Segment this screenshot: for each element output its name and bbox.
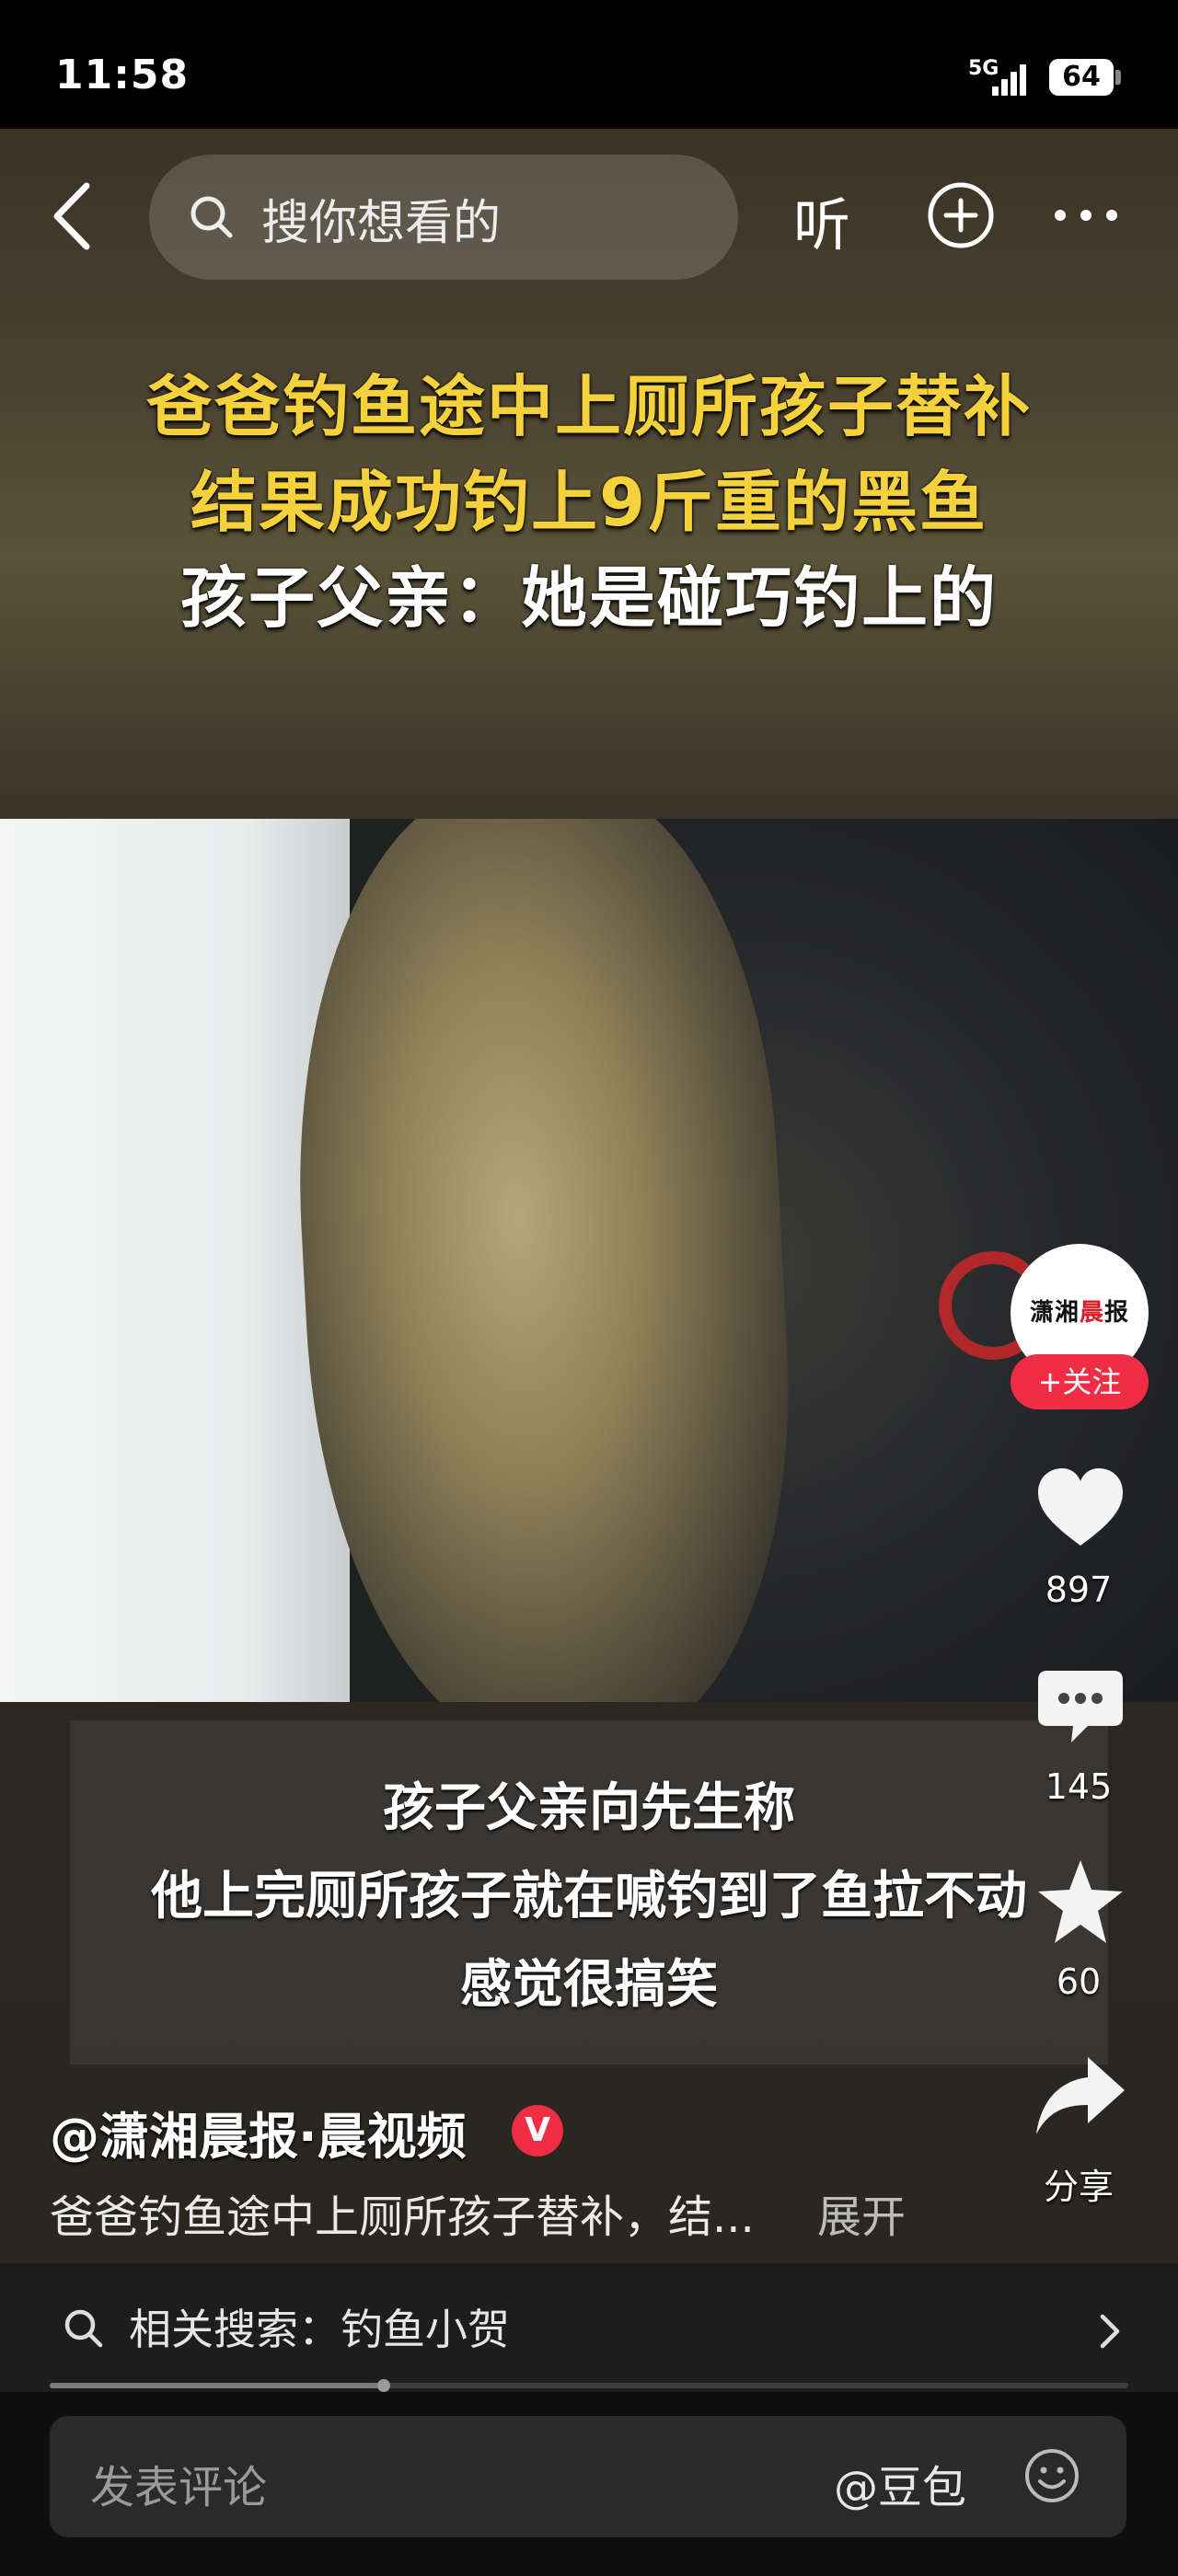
video-title-line: 爸爸钓鱼途中上厕所孩子替补 bbox=[145, 368, 1032, 445]
battery-level: 64 bbox=[1062, 61, 1101, 93]
share-label[interactable]: 分享 bbox=[1023, 2158, 1134, 2209]
video-subtitle-line: 孩子父亲向先生称 bbox=[383, 1778, 795, 1838]
video-subtitle-line: 感觉很搞笑 bbox=[460, 1955, 718, 2015]
follow-button[interactable]: +关注 bbox=[1011, 1354, 1149, 1409]
status-bar: 11:58 5G 64 bbox=[0, 0, 1178, 129]
mention-button[interactable]: @豆包 bbox=[834, 2451, 966, 2515]
comment-placeholder: 发表评论 bbox=[90, 2462, 268, 2513]
plus-circle-icon bbox=[928, 182, 994, 248]
like-count: 897 bbox=[1045, 1570, 1113, 1610]
video-player[interactable]: 爸爸钓鱼途中上厕所孩子替补 结果成功钓上9斤重的黑鱼 孩子父亲：她是碰巧钓上的 … bbox=[0, 129, 1178, 2263]
video-progress-bar[interactable] bbox=[50, 2379, 1128, 2392]
avatar-logo-text: 潇湘晨报 bbox=[1011, 1294, 1149, 1328]
frame-background bbox=[0, 819, 350, 1702]
video-title-line: 孩子父亲：她是碰巧钓上的 bbox=[179, 559, 998, 637]
search-input[interactable]: 搜你想看的 bbox=[149, 155, 738, 280]
search-placeholder: 搜你想看的 bbox=[261, 196, 502, 251]
add-button[interactable] bbox=[926, 180, 996, 250]
progress-handle[interactable] bbox=[377, 2379, 390, 2392]
author-name[interactable]: @潇湘晨报·晨视频 bbox=[50, 2096, 467, 2168]
fish-image bbox=[278, 819, 808, 1702]
expand-link[interactable]: 展开 bbox=[817, 2180, 906, 2245]
more-dots-icon bbox=[1055, 210, 1117, 221]
video-title-overlay: 爸爸钓鱼途中上厕所孩子替补 结果成功钓上9斤重的黑鱼 孩子父亲：她是碰巧钓上的 bbox=[0, 359, 1178, 646]
more-button[interactable] bbox=[1049, 197, 1123, 234]
video-subtitle-overlay: 孩子父亲向先生称 他上完厕所孩子就在喊钓到了鱼拉不动 感觉很搞笑 bbox=[70, 1720, 1108, 2064]
battery-tip bbox=[1115, 70, 1121, 85]
verified-badge-icon: V bbox=[512, 2105, 563, 2156]
like-heart-icon[interactable] bbox=[1034, 1465, 1126, 1549]
comment-bar: 发表评论 @豆包 bbox=[0, 2392, 1178, 2576]
battery-icon: 64 bbox=[1049, 59, 1114, 96]
avatar-logo-part: 潇湘 bbox=[1029, 1299, 1080, 1327]
favorite-star-icon[interactable] bbox=[1033, 1857, 1128, 1949]
search-icon bbox=[191, 196, 233, 238]
comment-input[interactable]: 发表评论 @豆包 bbox=[50, 2416, 1126, 2537]
chevron-right-icon bbox=[1100, 2314, 1120, 2349]
listen-button[interactable]: 听 bbox=[793, 178, 850, 261]
avatar-logo-part: 晨 bbox=[1079, 1299, 1104, 1327]
share-arrow-icon[interactable] bbox=[1033, 2053, 1128, 2138]
favorite-count: 60 bbox=[1056, 1961, 1102, 2002]
related-search-bar[interactable]: 相关搜索：钓鱼小贺 bbox=[0, 2263, 1178, 2392]
chevron-left-icon bbox=[53, 182, 90, 250]
video-title-line: 结果成功钓上9斤重的黑鱼 bbox=[190, 464, 988, 541]
search-icon bbox=[64, 2309, 103, 2348]
related-search-text: 相关搜索：钓鱼小贺 bbox=[129, 2305, 510, 2354]
emoji-icon[interactable] bbox=[1023, 2447, 1080, 2504]
status-time: 11:58 bbox=[55, 52, 190, 98]
progress-fill bbox=[50, 2383, 384, 2388]
back-button[interactable] bbox=[46, 175, 101, 258]
comment-count: 145 bbox=[1045, 1766, 1113, 1807]
comment-icon[interactable] bbox=[1034, 1667, 1126, 1746]
video-description[interactable]: 爸爸钓鱼途中上厕所孩子替补，结... bbox=[50, 2180, 755, 2245]
signal-icon bbox=[992, 61, 1033, 96]
avatar-logo-part: 报 bbox=[1104, 1299, 1130, 1327]
video-subtitle-line: 他上完厕所孩子就在喊钓到了鱼拉不动 bbox=[151, 1867, 1027, 1926]
